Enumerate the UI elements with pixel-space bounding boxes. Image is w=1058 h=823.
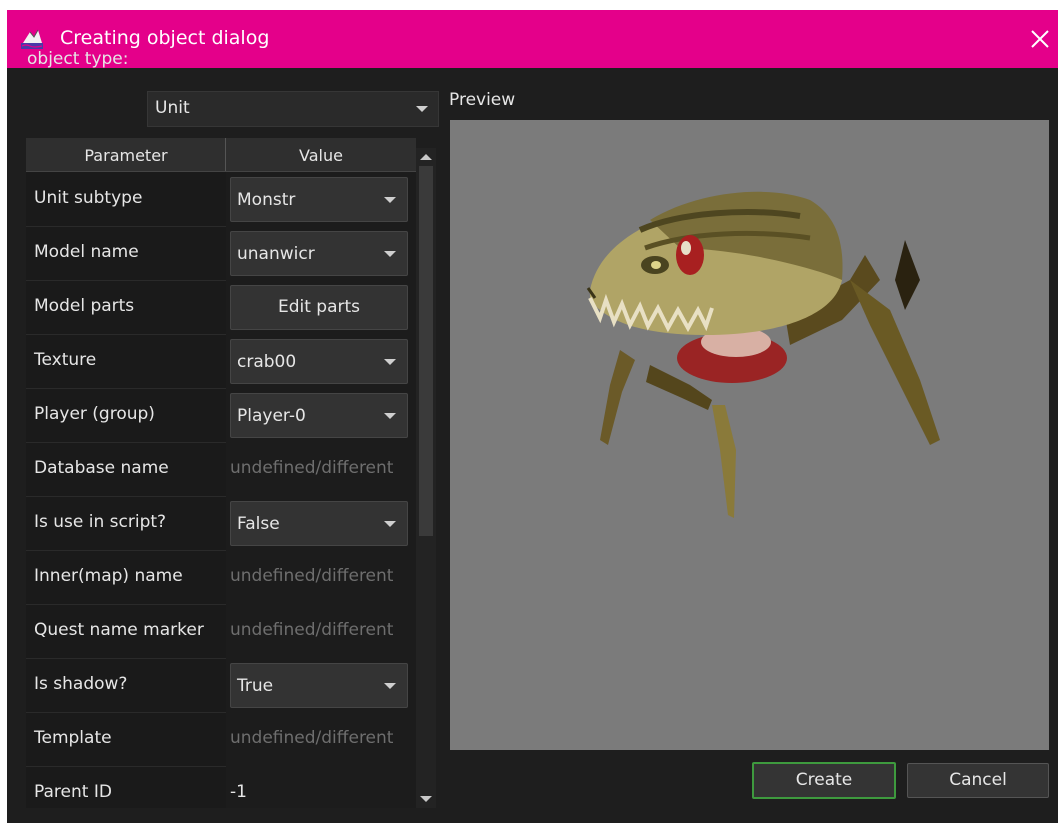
parameter-name: Inner(map) name — [34, 566, 183, 586]
parameter-name: Is use in script? — [34, 512, 167, 532]
value-cell: undefined/different — [226, 712, 416, 766]
value-cell: Player-0 — [226, 388, 416, 442]
parameter-name: Is shadow? — [34, 674, 128, 694]
object-type-select[interactable]: Unit — [147, 91, 439, 127]
value-cell: True — [226, 658, 416, 712]
table-row: Unit subtype Monstr — [26, 172, 416, 227]
value-select[interactable]: crab00 — [230, 339, 408, 384]
value-field[interactable]: undefined/different — [230, 620, 414, 640]
value-field[interactable]: undefined/different — [230, 728, 414, 748]
scrollbar-thumb[interactable] — [419, 166, 433, 536]
edit-parts-button[interactable]: Edit parts — [230, 285, 408, 330]
value-text: unanwicr — [237, 244, 315, 264]
parameter-name: Database name — [34, 458, 169, 478]
preview-viewport[interactable] — [450, 120, 1049, 750]
value-cell: False — [226, 496, 416, 550]
value-select[interactable]: True — [230, 663, 408, 708]
value-text: Player-0 — [237, 406, 306, 426]
scroll-up-icon[interactable] — [420, 154, 432, 160]
cancel-button[interactable]: Cancel — [907, 763, 1049, 798]
table-row: Inner(map) name undefined/different — [26, 550, 416, 605]
value-field[interactable]: undefined/different — [230, 458, 414, 478]
parameter-name: Quest name marker — [34, 620, 204, 640]
value-cell: undefined/different — [226, 442, 416, 496]
parameter-table: Parameter Value Unit subtype Monstr Model … — [26, 138, 416, 808]
crab-monster-model — [586, 191, 940, 518]
close-icon[interactable] — [1025, 24, 1055, 54]
chevron-down-icon — [384, 521, 396, 527]
value-cell: undefined/different — [226, 604, 416, 658]
table-row: Database name undefined/different — [26, 442, 416, 497]
table-row: Template undefined/different — [26, 712, 416, 767]
value-select[interactable]: unanwicr — [230, 231, 408, 276]
value-cell: -1 — [226, 766, 416, 808]
column-header-value: Value — [299, 146, 343, 165]
title-bar: Creating object dialog — [7, 10, 1058, 68]
value-cell: crab00 — [226, 334, 416, 388]
chevron-down-icon — [384, 197, 396, 203]
value-cell: Edit parts — [226, 280, 416, 334]
app-icon — [20, 26, 44, 50]
table-row: Parent ID -1 — [26, 766, 416, 808]
value-field[interactable]: undefined/different — [230, 566, 414, 586]
chevron-down-icon — [384, 413, 396, 419]
create-button[interactable]: Create — [752, 762, 896, 799]
value-text: Monstr — [237, 190, 296, 210]
value-select[interactable]: False — [230, 501, 408, 546]
table-row: Model name unanwicr — [26, 226, 416, 281]
object-type-value: Unit — [155, 98, 190, 118]
table-header: Parameter Value — [26, 138, 416, 172]
chevron-down-icon — [384, 359, 396, 365]
column-header-parameter: Parameter — [84, 146, 168, 165]
value-field[interactable]: -1 — [230, 782, 414, 802]
chevron-down-icon — [384, 683, 396, 689]
value-select[interactable]: Monstr — [230, 177, 408, 222]
table-row: Is shadow? True — [26, 658, 416, 713]
table-row: Quest name marker undefined/different — [26, 604, 416, 659]
dialog-window: Creating object dialog object type: Unit… — [7, 10, 1058, 823]
value-text: crab00 — [237, 352, 297, 372]
parameter-name: Texture — [34, 350, 97, 370]
table-row: Texture crab00 — [26, 334, 416, 389]
value-select[interactable]: Player-0 — [230, 393, 408, 438]
value-text: True — [237, 676, 274, 696]
preview-label: Preview — [449, 90, 516, 110]
chevron-down-icon — [384, 251, 396, 257]
table-scrollbar[interactable] — [416, 148, 436, 808]
object-type-label: object type: — [27, 49, 129, 69]
scroll-down-icon[interactable] — [420, 796, 432, 802]
table-row: Model parts Edit parts — [26, 280, 416, 335]
parameter-name: Model parts — [34, 296, 135, 316]
value-cell: unanwicr — [226, 226, 416, 280]
parameter-name: Model name — [34, 242, 139, 262]
chevron-down-icon — [416, 106, 428, 112]
parameter-name: Template — [34, 728, 112, 748]
parameter-name: Parent ID — [34, 782, 112, 802]
parameter-name: Player (group) — [34, 404, 155, 424]
value-text: False — [237, 514, 280, 534]
table-row: Player (group) Player-0 — [26, 388, 416, 443]
parameter-name: Unit subtype — [34, 188, 143, 208]
window-title: Creating object dialog — [60, 27, 270, 49]
table-row: Is use in script? False — [26, 496, 416, 551]
value-cell: undefined/different — [226, 550, 416, 604]
value-cell: Monstr — [226, 172, 416, 226]
